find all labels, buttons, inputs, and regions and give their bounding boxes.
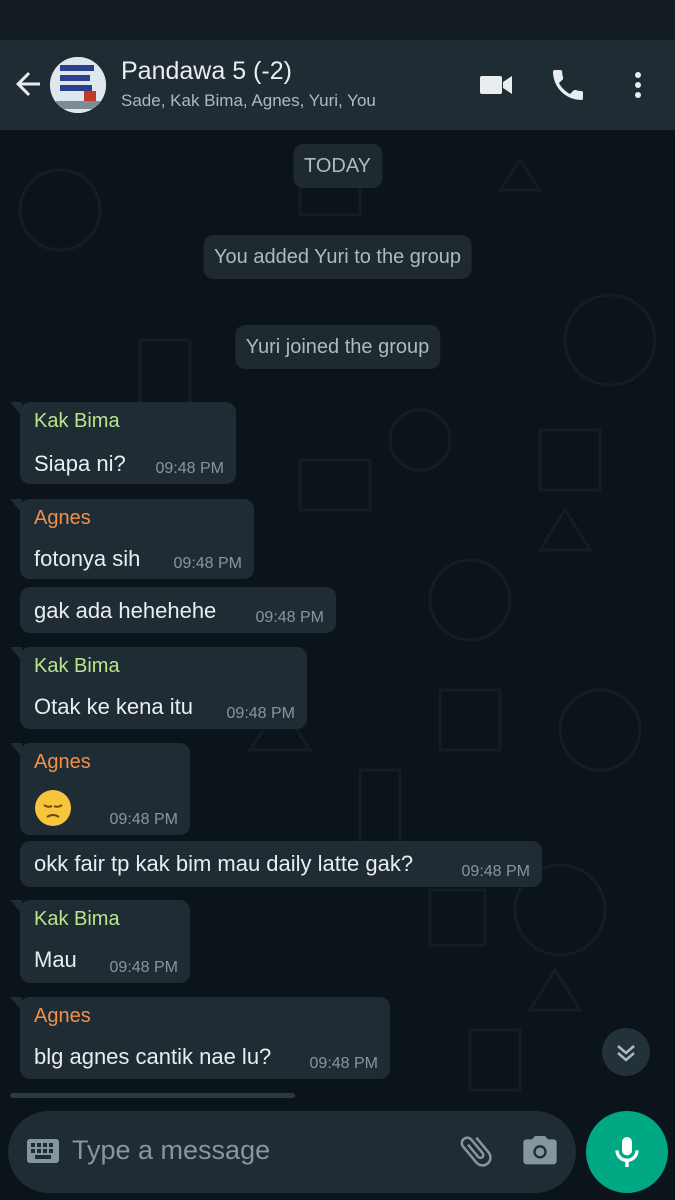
partial-message-edge	[10, 1093, 295, 1098]
voice-message-button[interactable]	[586, 1111, 668, 1193]
camera-icon[interactable]	[520, 1131, 560, 1171]
group-avatar[interactable]	[50, 57, 106, 113]
message-text: Siapa ni?	[34, 451, 126, 476]
attachment-icon[interactable]	[456, 1131, 496, 1171]
message-text: fotonya sih	[34, 546, 141, 571]
message-time: 09:48 PM	[255, 609, 324, 626]
message-time: 09:48 PM	[309, 1055, 378, 1072]
message-input-bar[interactable]: Type a message	[8, 1111, 576, 1193]
message-time: 09:48 PM	[155, 460, 224, 477]
message-time: 09:48 PM	[173, 555, 242, 572]
sender-name: Kak Bima	[34, 410, 120, 432]
message-text: gak ada hehehehe	[34, 598, 217, 623]
message-time: 09:48 PM	[109, 959, 178, 976]
scroll-to-bottom-button[interactable]	[602, 1028, 650, 1076]
message-bubble[interactable]: Kak Bima Siapa ni? 09:48 PM	[10, 402, 236, 484]
message-text: okk fair tp kak bim mau daily latte gak?	[34, 851, 414, 876]
chat-header: Pandawa 5 (-2) Sade, Kak Bima, Agnes, Yu…	[0, 40, 675, 130]
sender-name: Agnes	[34, 1005, 91, 1027]
system-message: Yuri joined the group	[234, 325, 441, 369]
message-text: Mau	[34, 947, 77, 972]
microphone-icon	[615, 1137, 639, 1167]
sender-name: Kak Bima	[34, 908, 120, 930]
sender-name: Agnes	[34, 751, 91, 773]
date-divider: TODAY	[292, 144, 383, 188]
message-time: 09:48 PM	[226, 705, 295, 722]
system-message: You added Yuri to the group	[203, 235, 472, 279]
message-text: Otak ke kena itu	[34, 694, 193, 719]
message-bubble[interactable]: gak ada hehehehe 09:48 PM	[20, 587, 336, 633]
message-bubble[interactable]: Agnes blg agnes cantik nae lu? 09:48 PM	[10, 997, 390, 1079]
pensive-face-emoji-icon	[35, 790, 71, 826]
sender-name: Agnes	[34, 507, 91, 529]
message-bubble[interactable]: Kak Bima Mau 09:48 PM	[10, 900, 190, 983]
chat-area[interactable]: TODAY You added Yuri to the group Yuri j…	[0, 130, 675, 1110]
status-bar	[0, 0, 675, 40]
video-call-icon[interactable]	[476, 65, 516, 105]
message-bubble[interactable]: okk fair tp kak bim mau daily latte gak?…	[20, 841, 542, 887]
message-input[interactable]: Type a message	[72, 1135, 270, 1166]
double-chevron-down-icon	[617, 1045, 635, 1062]
back-arrow-icon[interactable]	[10, 66, 46, 102]
participants-list[interactable]: Sade, Kak Bima, Agnes, Yuri, You	[121, 91, 376, 111]
sender-name: Kak Bima	[34, 655, 120, 677]
message-bubble[interactable]: Agnes fotonya sih 09:48 PM	[10, 499, 254, 579]
message-time: 09:48 PM	[461, 863, 530, 880]
voice-call-icon[interactable]	[548, 65, 588, 105]
message-time: 09:48 PM	[109, 811, 178, 828]
keyboard-icon[interactable]	[26, 1138, 60, 1164]
message-bubble[interactable]: Agnes 09:48 PM	[10, 743, 190, 835]
more-options-icon[interactable]	[618, 65, 658, 105]
message-text: blg agnes cantik nae lu?	[34, 1044, 272, 1069]
message-bubble[interactable]: Kak Bima Otak ke kena itu 09:48 PM	[10, 647, 307, 729]
chat-title[interactable]: Pandawa 5 (-2)	[121, 57, 292, 86]
